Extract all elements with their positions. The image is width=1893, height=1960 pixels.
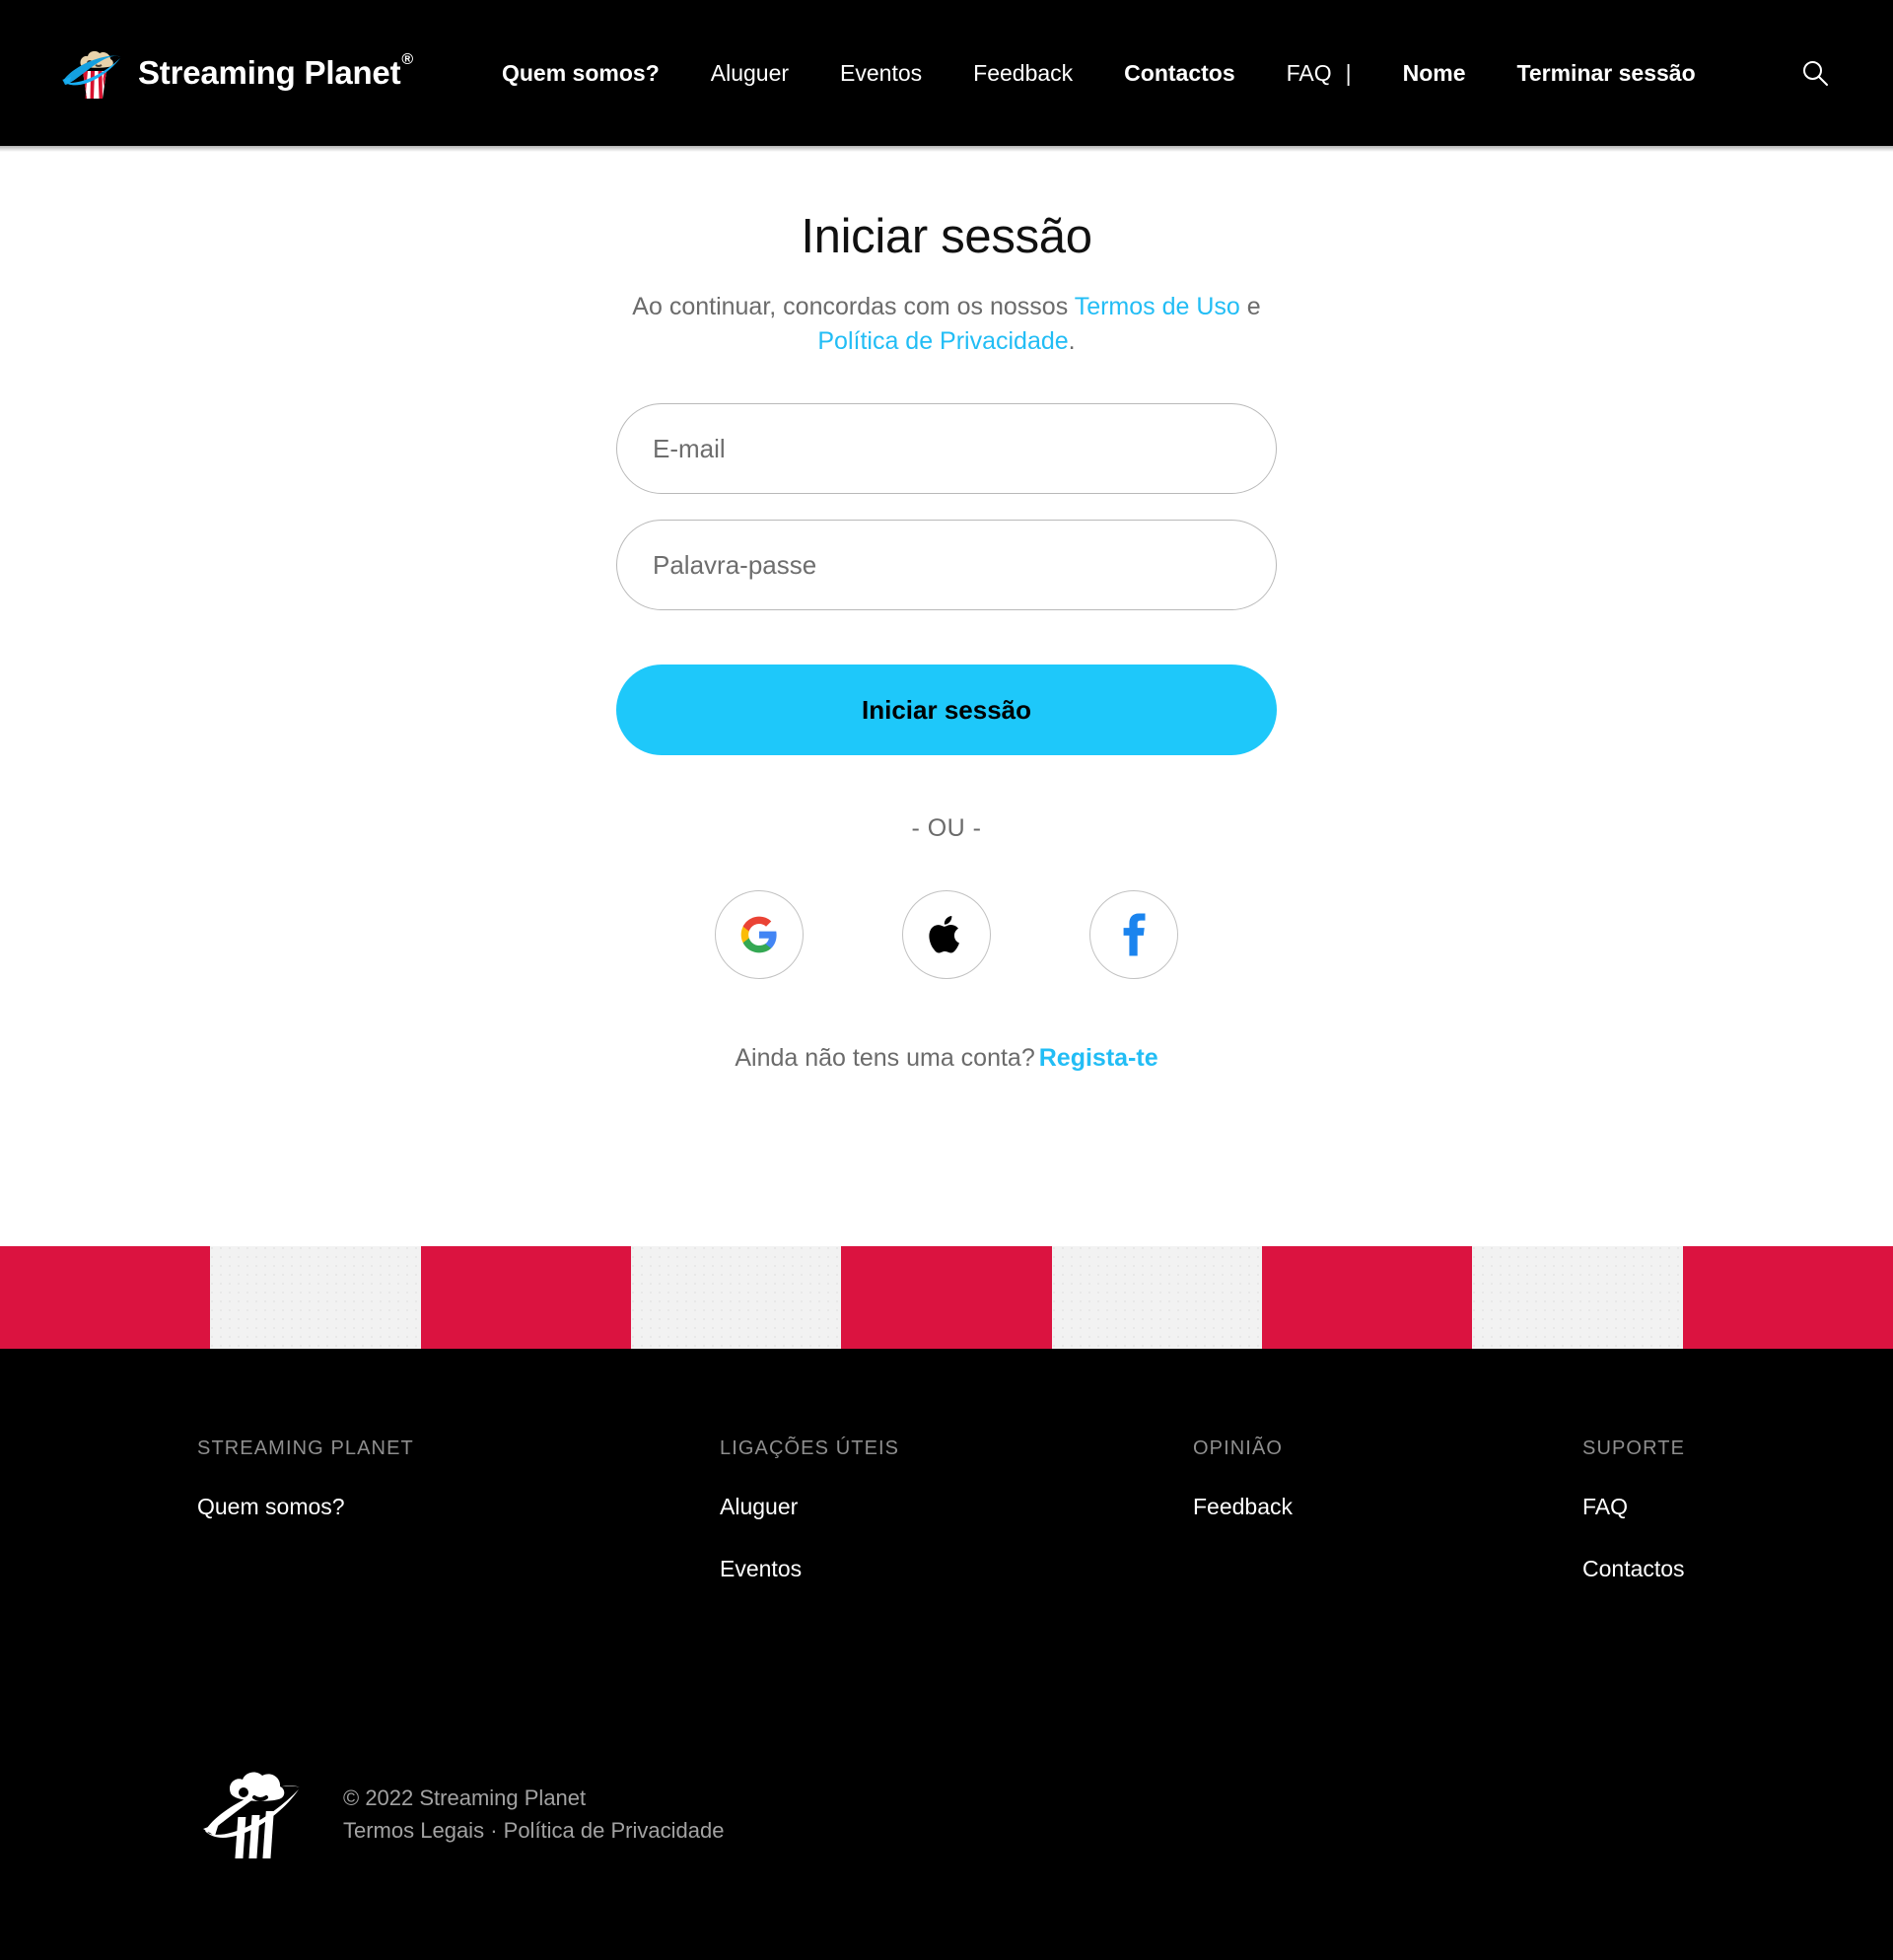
consent-middle: e — [1239, 293, 1261, 320]
nav-item-terminar-sessao[interactable]: Terminar sessão — [1517, 54, 1696, 93]
stripe-segment — [1472, 1246, 1683, 1349]
terms-of-use-link[interactable]: Termos de Uso — [1075, 293, 1240, 320]
footer-column-heading: STREAMING PLANET — [197, 1437, 414, 1459]
consent-suffix: . — [1068, 326, 1076, 355]
privacy-policy-link[interactable]: Política de Privacidade — [817, 327, 1068, 355]
nav-item-quem-somos[interactable]: Quem somos? — [502, 54, 660, 93]
or-divider-label: - OU - — [911, 814, 982, 842]
footer-column-suporte: SUPORTE FAQ Contactos — [1582, 1437, 1696, 1618]
register-link[interactable]: Regista-te — [1039, 1044, 1158, 1072]
nav-item-aluguer[interactable]: Aluguer — [711, 54, 789, 93]
footer-column-heading: LIGAÇÕES ÚTEIS — [720, 1437, 900, 1459]
apple-icon — [928, 913, 965, 956]
footer-column-ligacoes-uteis: LIGAÇÕES ÚTEIS Aluguer Eventos — [720, 1437, 1193, 1618]
site-header: Streaming Planet® Quem somos? Aluguer Ev… — [0, 0, 1893, 146]
decorative-stripe-band — [0, 1246, 1893, 1349]
stripe-segment — [841, 1246, 1052, 1349]
nav-item-feedback[interactable]: Feedback — [973, 54, 1073, 93]
footer-link-feedback[interactable]: Feedback — [1193, 1494, 1582, 1520]
footer-column-heading: SUPORTE — [1582, 1437, 1686, 1459]
stripe-segment — [0, 1246, 211, 1349]
stripe-segment — [1051, 1246, 1262, 1349]
social-login-row — [616, 890, 1277, 979]
footer-link-quem-somos[interactable]: Quem somos? — [197, 1494, 720, 1520]
stripe-segment — [210, 1246, 421, 1349]
footer-column-heading: OPINIÃO — [1193, 1437, 1284, 1459]
footer-link-faq[interactable]: FAQ — [1582, 1494, 1696, 1520]
google-login-button[interactable] — [715, 890, 804, 979]
footer-bottom-bar: © 2022 Streaming Planet Termos Legais · … — [0, 1618, 1893, 1862]
footer-link-aluguer[interactable]: Aluguer — [720, 1494, 1193, 1520]
streaming-planet-popcorn-logo — [59, 45, 124, 101]
stripe-segment — [630, 1246, 842, 1349]
site-footer: STREAMING PLANET Quem somos? LIGAÇÕES ÚT… — [0, 1349, 1893, 1960]
apple-login-button[interactable] — [902, 890, 991, 979]
consent-prefix: Ao continuar, concordas com os nossos — [632, 293, 1075, 320]
stripe-segment — [1682, 1246, 1893, 1349]
footer-link-columns: STREAMING PLANET Quem somos? LIGAÇÕES ÚT… — [0, 1437, 1893, 1618]
legal-separator: · — [484, 1818, 504, 1843]
legal-terms-link[interactable]: Termos Legais — [343, 1818, 484, 1843]
footer-link-eventos[interactable]: Eventos — [720, 1556, 1193, 1582]
brand-name: Streaming Planet® — [138, 51, 413, 91]
footer-legal-text: © 2022 Streaming Planet Termos Legais · … — [343, 1782, 724, 1847]
google-icon — [739, 915, 779, 954]
stripe-segment — [420, 1246, 631, 1349]
registered-trademark-symbol: ® — [401, 51, 413, 68]
nav-item-contactos[interactable]: Contactos — [1124, 54, 1234, 93]
login-form-card: Iniciar sessão Ao continuar, concordas c… — [616, 209, 1277, 1073]
consent-text: Ao continuar, concordas com os nossos Te… — [616, 290, 1277, 358]
stripe-segment — [1261, 1246, 1473, 1349]
legal-links-line: Termos Legais · Política de Privacidade — [343, 1814, 724, 1847]
password-field[interactable] — [616, 520, 1277, 610]
nav-separator: | — [1345, 59, 1352, 86]
login-submit-button[interactable]: Iniciar sessão — [616, 665, 1277, 755]
main-content: Iniciar sessão Ao continuar, concordas c… — [0, 152, 1893, 1246]
search-icon[interactable] — [1792, 50, 1838, 96]
facebook-login-button[interactable] — [1089, 890, 1178, 979]
nav-item-faq[interactable]: FAQ — [1287, 54, 1332, 93]
footer-column-streaming-planet: STREAMING PLANET Quem somos? — [197, 1437, 720, 1618]
footer-link-contactos[interactable]: Contactos — [1582, 1556, 1696, 1582]
footer-column-opiniao: OPINIÃO Feedback — [1193, 1437, 1582, 1618]
copyright-text: © 2022 Streaming Planet — [343, 1785, 587, 1810]
signup-prompt-text: Ainda não tens uma conta? — [735, 1044, 1035, 1072]
page-title: Iniciar sessão — [801, 210, 1092, 263]
brand-logo-link[interactable]: Streaming Planet® — [59, 45, 413, 101]
facebook-icon — [1120, 912, 1148, 957]
nav-item-eventos[interactable]: Eventos — [840, 54, 922, 93]
streaming-planet-popcorn-logo-white — [197, 1766, 316, 1862]
legal-privacy-link[interactable]: Política de Privacidade — [504, 1818, 725, 1843]
nav-item-nome[interactable]: Nome — [1403, 54, 1466, 93]
signup-prompt: Ainda não tens uma conta? Regista-te — [616, 1044, 1277, 1073]
email-field[interactable] — [616, 403, 1277, 494]
main-navigation: Quem somos? Aluguer Eventos Feedback Con… — [502, 50, 1893, 96]
